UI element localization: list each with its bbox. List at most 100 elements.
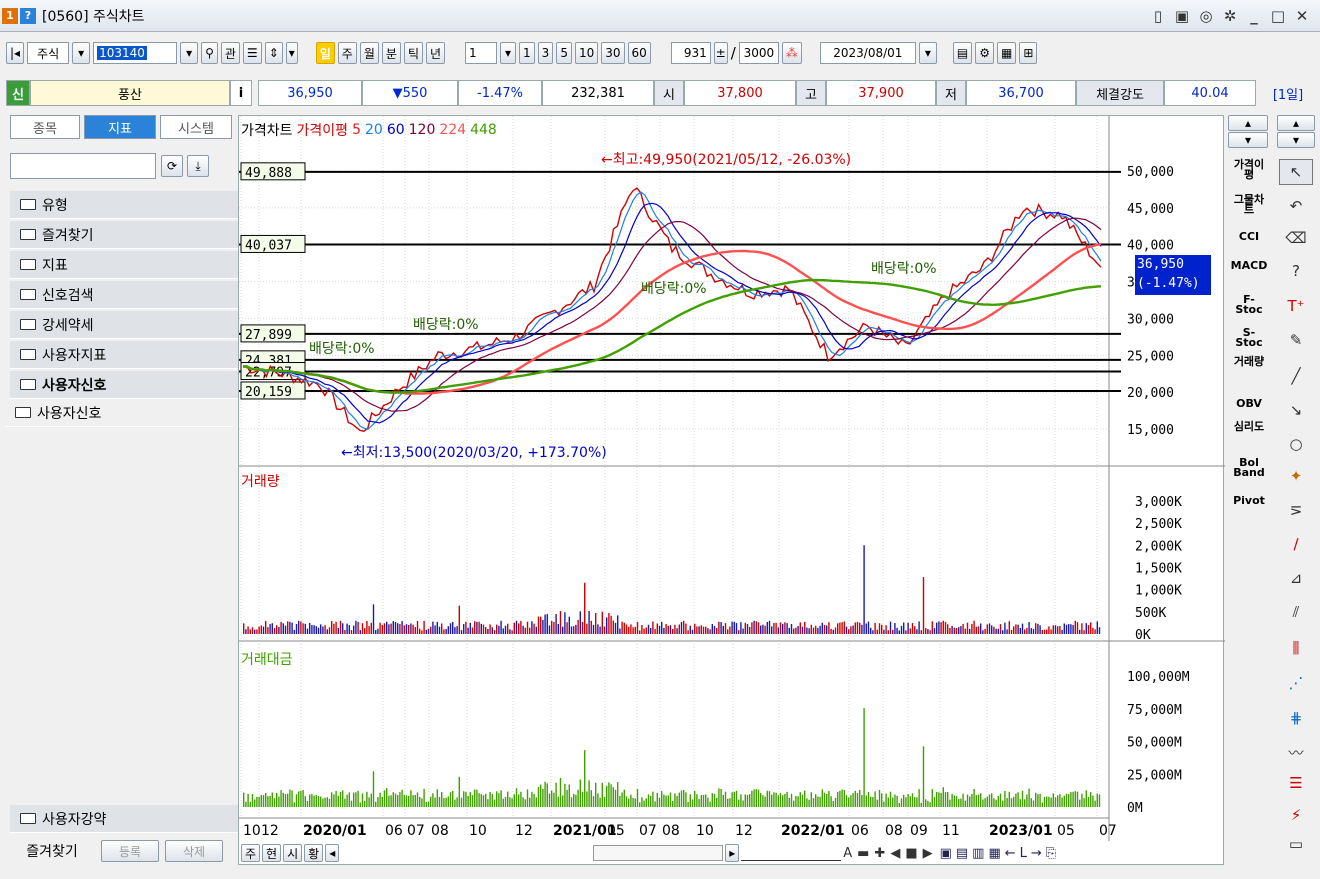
fan-icon[interactable]: ⊿ [1279,565,1313,591]
line-icon[interactable]: ╱ [1279,363,1313,389]
period-week-button[interactable]: 주 [337,42,357,64]
period-year-button[interactable]: 년 [425,42,446,64]
chart-svg[interactable]: 50,00045,00040,00035,00030,00025,00020,0… [239,116,1225,866]
pen-icon[interactable]: ✎ [1279,327,1313,353]
scroll-up-icon[interactable]: ▴ [1228,115,1268,131]
sidebar-item-indicators[interactable]: 지표 [10,251,238,279]
config-icon[interactable]: ⚙ [975,42,994,64]
scroll-left-icon[interactable]: ◂ [325,844,340,862]
code-dropdown-icon[interactable]: ▾ [180,42,199,64]
interval-10-button[interactable]: 10 [574,42,599,64]
bottom-week-button[interactable]: 주 [241,844,261,862]
interval-dropdown-icon[interactable]: ▾ [500,42,517,64]
sidebar-item-user-strength[interactable]: 사용자강약 [10,805,238,833]
maximize-icon[interactable]: □ [1268,7,1288,25]
bottom-market-button[interactable]: 시 [283,844,303,862]
period-month-button[interactable]: 월 [359,42,379,64]
bottom-status-button[interactable]: 황 [304,844,324,862]
date-dropdown-icon[interactable]: ▾ [918,42,937,64]
tab-stocks[interactable]: 종목 [10,115,80,139]
chart-area[interactable]: 50,00045,00040,00035,00030,00025,00020,0… [238,115,1225,866]
first-icon[interactable]: |◂ [6,42,25,64]
help-icon[interactable]: ? [20,7,36,24]
more-icon[interactable]: ⊞ [1019,42,1038,64]
scroll-down-icon[interactable]: ▾ [1277,132,1315,148]
navigation-icons[interactable]: A▬✚◀■▶ [843,846,937,861]
level-icon[interactable]: ☰ [1279,770,1313,796]
trend-channel-icon[interactable]: ⋝ [1279,497,1313,523]
period-day-button[interactable]: 일 [315,42,335,64]
circle-icon[interactable]: ○ [1279,431,1313,457]
speed-line-icon[interactable]: ⋰ [1279,670,1313,696]
market-dropdown-icon[interactable]: ▾ [72,42,91,64]
text-icon[interactable]: T⁺ [1279,293,1313,319]
favorites-button[interactable]: 즐겨찾기 [10,838,94,864]
gwan-button[interactable]: 관 [220,42,240,64]
auto-icon[interactable]: ⚡ [1279,802,1313,828]
scroll-down-icon[interactable]: ▾ [1228,132,1268,148]
sidebar-item-strength[interactable]: 강세약세 [10,311,238,339]
delete-button[interactable]: 삭제 [165,840,223,862]
interval-5-button[interactable]: 5 [556,42,572,64]
sidebar-item-type[interactable]: 유형 [10,191,238,219]
stack-icon[interactable]: ☰ [242,42,262,64]
ray-icon[interactable]: ↘ [1279,397,1313,423]
sidebar-subitem-user-signals[interactable]: 사용자신호 [5,399,233,427]
indicator-button[interactable]: MACD [1230,260,1268,271]
eraser-icon[interactable]: ⌫ [1279,225,1313,251]
bottom-current-button[interactable]: 현 [262,844,282,862]
print-window-icon[interactable]: ▣ [1172,7,1192,25]
interval-60-button[interactable]: 60 [627,42,651,64]
indicator-button[interactable]: Bol Band [1230,457,1268,478]
interval-input[interactable]: 1 [465,42,498,64]
zoom-slider[interactable] [741,845,842,861]
download-icon[interactable]: ⤓ [187,155,209,177]
count-input[interactable]: 931 [670,42,711,64]
market-select[interactable]: 주식 [27,42,70,64]
minimize-icon[interactable]: _ [1244,7,1264,25]
parallel-icon[interactable]: ⫽ [1279,599,1313,625]
close-icon[interactable]: ✕ [1292,7,1312,25]
interval-3-button[interactable]: 3 [537,42,554,64]
interval-30-button[interactable]: 30 [601,42,625,64]
period-tick-button[interactable]: 틱 [403,42,423,64]
register-button[interactable]: 등록 [101,840,159,862]
indicator-button[interactable]: Pivot [1230,495,1268,506]
save-icon[interactable]: ▦ [996,42,1017,64]
window-icon[interactable]: ▭ [1279,831,1313,857]
scroll-up-icon[interactable]: ▴ [1277,115,1315,131]
scroll-dropdown-icon[interactable]: ▾ [285,42,298,64]
pointer-icon[interactable]: ↖ [1279,159,1313,185]
camera-icon[interactable]: ◎ [1196,7,1216,25]
help-tool-icon[interactable]: ? [1279,258,1313,284]
wave-icon[interactable]: 〰 [1279,739,1313,765]
indicator-button[interactable]: 그물차트 [1230,194,1268,215]
indicator-search-input[interactable] [10,153,156,179]
andrews-icon[interactable]: ⋕ [1279,705,1313,731]
gann-icon[interactable]: ∕ [1279,531,1313,557]
sidebar-item-user-indicators[interactable]: 사용자지표 [10,341,238,369]
period-minute-button[interactable]: 분 [381,42,401,64]
info-icon[interactable]: i [230,80,252,106]
count-spinner-icon[interactable]: ± [713,42,728,64]
sidebar-item-signal-search[interactable]: 신호검색 [10,281,238,309]
sidebar-item-user-signals[interactable]: 사용자신호 [10,371,238,399]
fibonacci-icon[interactable]: ⫼ [1279,635,1313,661]
indicator-button[interactable]: 가격이평 [1230,159,1268,180]
undo-icon[interactable]: ↶ [1279,193,1313,219]
refresh-icon[interactable]: ⟳ [161,155,183,177]
indicator-button[interactable]: OBV [1230,398,1268,409]
search-icon[interactable]: ⚲ [201,42,218,64]
layout-icon[interactable]: ▤ [952,42,973,64]
sidebar-item-favorites[interactable]: 즐겨찾기 [10,221,238,249]
view-mode-icons[interactable]: ▣▤▥▦←L→⎘ [940,846,1061,861]
indicator-button[interactable]: CCI [1230,231,1268,242]
scroll-right-icon[interactable]: ▸ [725,844,740,862]
stock-code-input[interactable]: 103140 [97,46,147,60]
memo-icon[interactable]: ▯ [1148,7,1168,25]
tab-system[interactable]: 시스템 [160,115,232,139]
indicator-button[interactable]: 거래량 [1230,356,1268,367]
settings-icon[interactable]: ✲ [1220,7,1240,25]
indicator-button[interactable]: 심리도 [1230,421,1268,432]
indicator-button[interactable]: F-Stoc [1230,294,1268,315]
